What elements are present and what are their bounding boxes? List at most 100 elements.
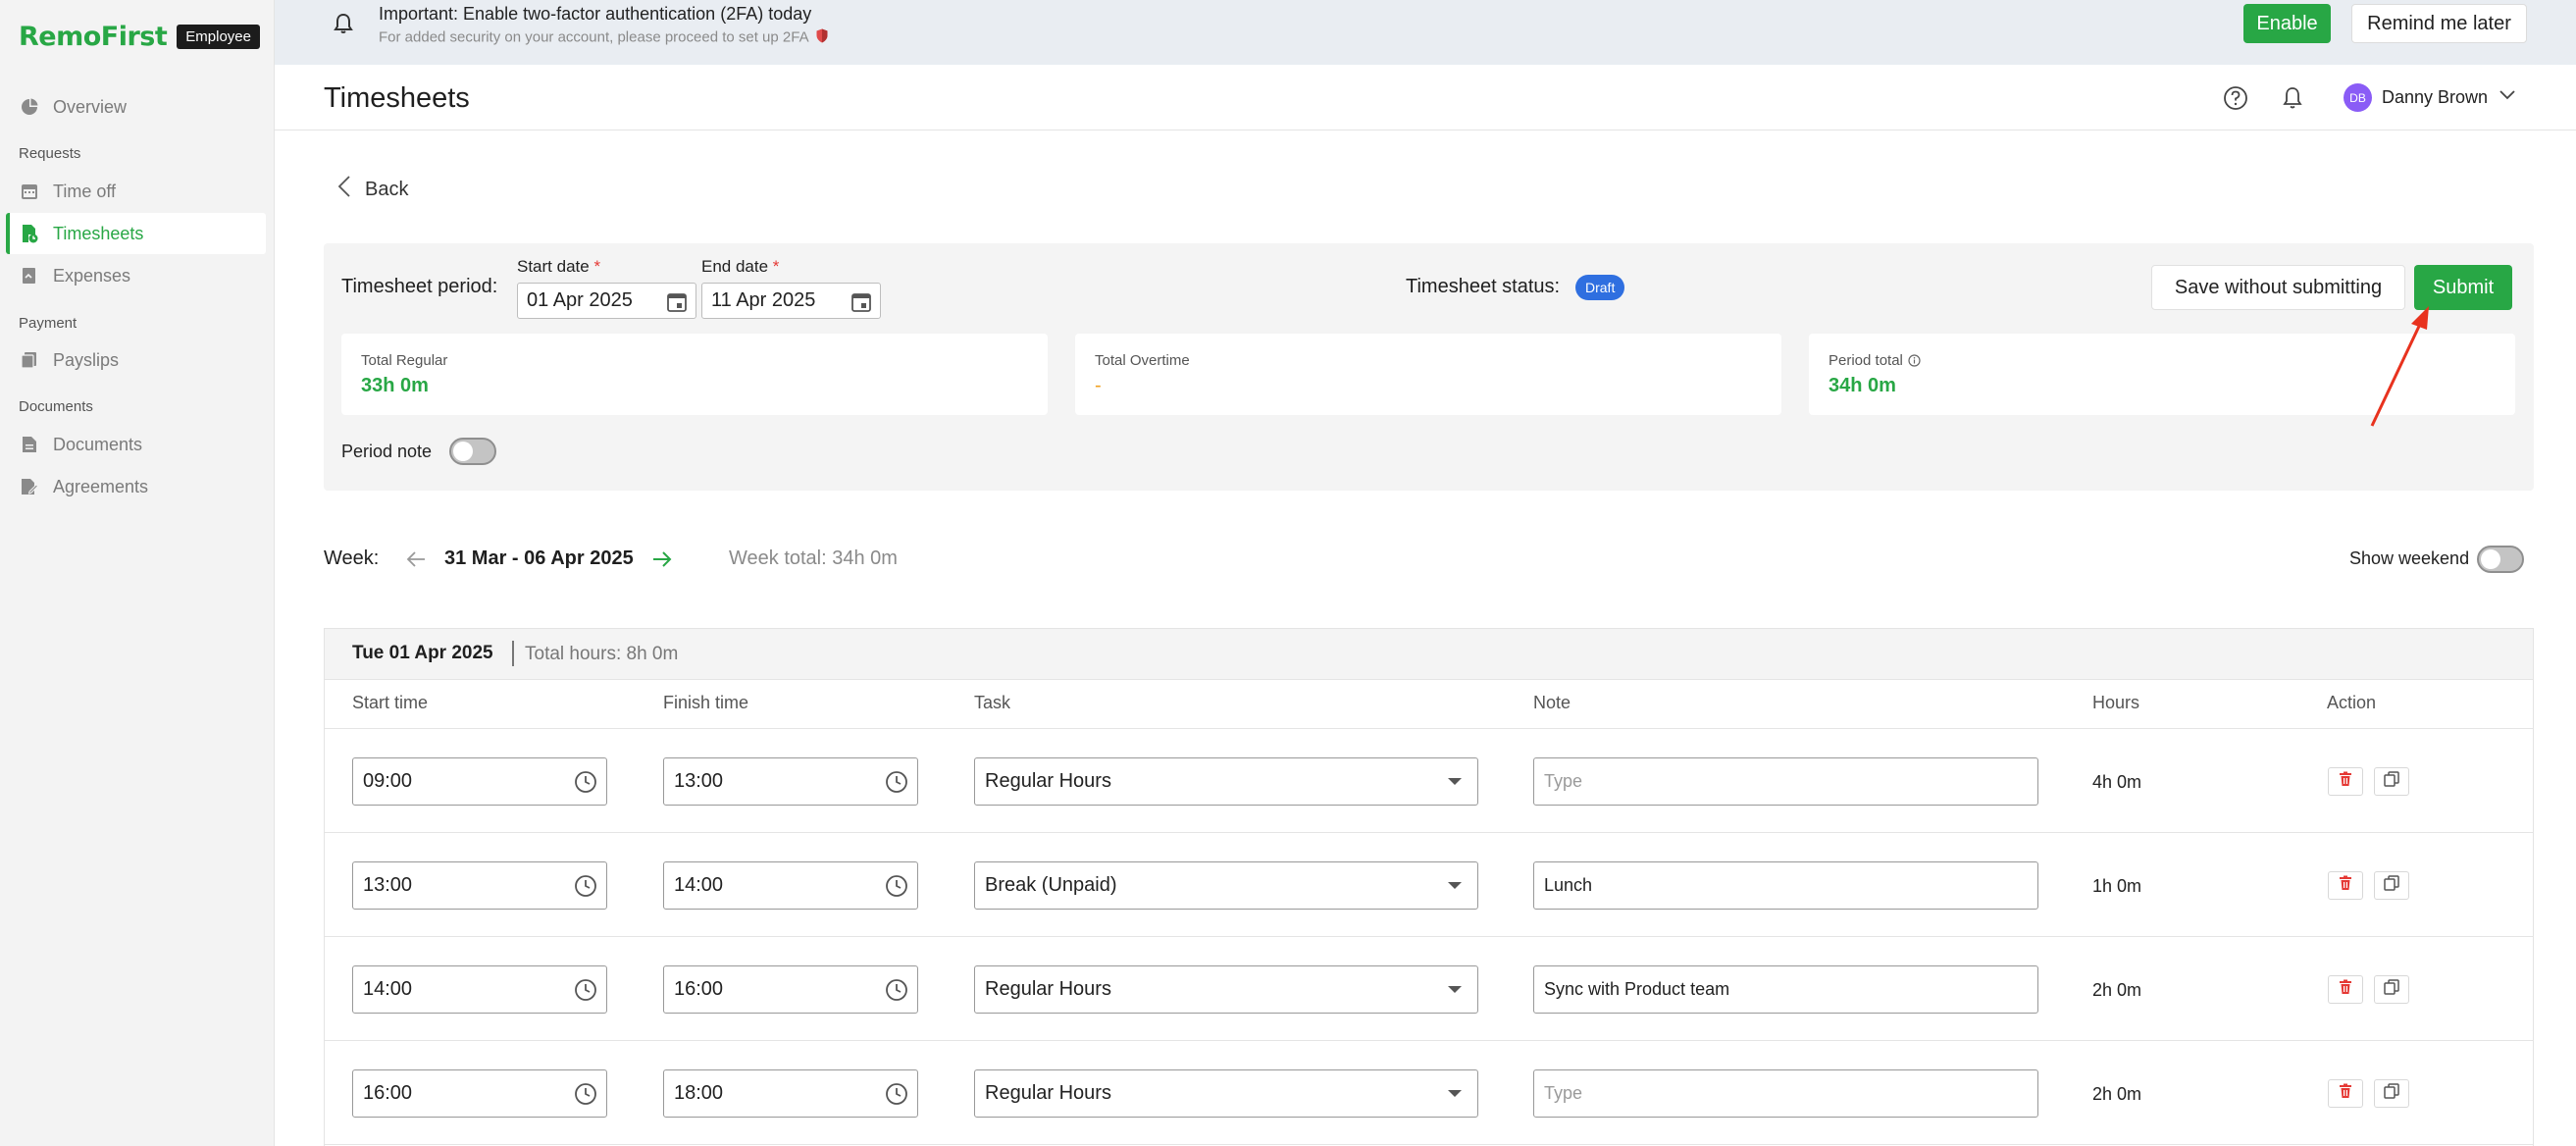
- table-row: 13:00 14:00 Break (Unpaid) Lunch 1h 0m: [325, 833, 2533, 937]
- finish-time-input[interactable]: 16:00: [663, 965, 918, 1014]
- sidebar-item-time-off[interactable]: Time off: [6, 171, 266, 212]
- duplicate-row-button[interactable]: [2374, 767, 2409, 796]
- sidebar-item-label: Overview: [53, 96, 128, 117]
- clock-icon[interactable]: [885, 874, 908, 904]
- sidebar-section-documents: Documents: [19, 398, 93, 415]
- copy-icon: [2384, 979, 2399, 1000]
- task-select[interactable]: Regular Hours: [974, 757, 1478, 806]
- row-hours: 2h 0m: [2092, 1084, 2142, 1104]
- submit-button[interactable]: Submit: [2414, 265, 2512, 310]
- user-name[interactable]: Danny Brown: [2382, 87, 2488, 108]
- start-date-value: 01 Apr 2025: [527, 289, 633, 311]
- start-time-value: 14:00: [363, 978, 413, 1000]
- total-overtime-value: -: [1095, 375, 1102, 396]
- sidebar-item-label: Documents: [53, 434, 143, 454]
- duplicate-row-button[interactable]: [2374, 871, 2409, 900]
- bell-icon: [334, 12, 353, 40]
- status-badge: Draft: [1575, 275, 1625, 300]
- task-select[interactable]: Regular Hours: [974, 1069, 1478, 1118]
- sidebar-item-expenses[interactable]: Expenses: [6, 255, 266, 296]
- day-header: Tue 01 Apr 2025 Total hours: 8h 0m: [325, 629, 2533, 680]
- delete-row-button[interactable]: [2328, 767, 2363, 796]
- divider: [512, 641, 514, 666]
- finish-time-input[interactable]: 14:00: [663, 861, 918, 910]
- required-mark: *: [593, 257, 601, 276]
- notifications-icon[interactable]: [2279, 84, 2306, 112]
- clock-icon[interactable]: [574, 770, 597, 800]
- start-time-value: 13:00: [363, 874, 413, 896]
- arrow-left-icon[interactable]: [405, 547, 427, 576]
- delete-row-button[interactable]: [2328, 1079, 2363, 1108]
- period-total-value: 34h 0m: [1829, 375, 1896, 396]
- task-value: Regular Hours: [985, 978, 1111, 1000]
- save-without-submitting-button[interactable]: Save without submitting: [2151, 265, 2405, 310]
- calendar-icon[interactable]: [666, 291, 688, 319]
- avatar[interactable]: DB: [2344, 83, 2372, 112]
- enable-2fa-button[interactable]: Enable: [2243, 4, 2331, 43]
- column-header-start-time: Start time: [352, 693, 429, 712]
- help-icon[interactable]: [2222, 84, 2249, 112]
- sidebar-item-label: Payslips: [53, 349, 120, 370]
- remind-later-button[interactable]: Remind me later: [2351, 4, 2527, 43]
- brand[interactable]: RemoFirst Employee: [19, 22, 260, 52]
- start-time-input[interactable]: 16:00: [352, 1069, 607, 1118]
- delete-row-button[interactable]: [2328, 871, 2363, 900]
- finish-time-value: 13:00: [674, 770, 724, 792]
- clock-icon[interactable]: [885, 978, 908, 1008]
- chevron-down-icon[interactable]: [2499, 88, 2516, 106]
- sidebar-item-documents[interactable]: Documents: [6, 424, 266, 465]
- end-date-value: 11 Apr 2025: [711, 289, 816, 311]
- brand-logo[interactable]: RemoFirst: [19, 22, 168, 52]
- delete-row-button[interactable]: [2328, 975, 2363, 1004]
- total-regular-label: Total Regular: [361, 352, 448, 369]
- duplicate-row-button[interactable]: [2374, 975, 2409, 1004]
- sidebar-section-requests: Requests: [19, 145, 81, 162]
- banner-title: Important: Enable two-factor authenticat…: [379, 4, 812, 24]
- info-icon[interactable]: [1908, 354, 1921, 367]
- finish-time-value: 18:00: [674, 1082, 724, 1104]
- start-time-input[interactable]: 14:00: [352, 965, 607, 1014]
- day-date: Tue 01 Apr 2025: [352, 643, 493, 663]
- copy-icon: [2384, 1083, 2399, 1104]
- task-select[interactable]: Break (Unpaid): [974, 861, 1478, 910]
- note-input[interactable]: Type: [1533, 757, 2038, 806]
- end-date-label: End date *: [701, 257, 779, 277]
- timesheet-summary-card: Timesheet period: Start date * 01 Apr 20…: [324, 243, 2534, 491]
- finish-time-value: 14:00: [674, 874, 724, 896]
- clock-icon[interactable]: [885, 1082, 908, 1112]
- note-input[interactable]: Sync with Product team: [1533, 965, 2038, 1014]
- sidebar-item-label: Time off: [53, 181, 117, 201]
- clock-icon[interactable]: [574, 874, 597, 904]
- clock-icon[interactable]: [574, 1082, 597, 1112]
- sidebar-item-agreements[interactable]: Agreements: [6, 466, 266, 507]
- finish-time-input[interactable]: 18:00: [663, 1069, 918, 1118]
- back-link[interactable]: Back: [337, 175, 408, 204]
- sidebar-item-overview[interactable]: Overview: [6, 86, 266, 128]
- copy-icon: [2384, 875, 2399, 896]
- calendar-icon[interactable]: [850, 291, 872, 319]
- start-time-input[interactable]: 09:00: [352, 757, 607, 806]
- sidebar-item-label: Expenses: [53, 265, 131, 286]
- duplicate-row-button[interactable]: [2374, 1079, 2409, 1108]
- sidebar-item-payslips[interactable]: Payslips: [6, 339, 266, 381]
- table-row: 16:00 18:00 Regular Hours Type 2h 0m: [325, 1041, 2533, 1145]
- column-header-task: Task: [974, 693, 1011, 712]
- start-date-label: Start date *: [517, 257, 600, 277]
- sidebar-item-timesheets[interactable]: Timesheets: [6, 213, 266, 254]
- period-total-label-text: Period total: [1829, 352, 1903, 369]
- finish-time-input[interactable]: 13:00: [663, 757, 918, 806]
- note-input[interactable]: Lunch: [1533, 861, 2038, 910]
- start-date-input[interactable]: 01 Apr 2025: [517, 283, 696, 319]
- required-mark: *: [772, 257, 780, 276]
- start-time-input[interactable]: 13:00: [352, 861, 607, 910]
- chevron-left-icon: [337, 175, 351, 204]
- clock-icon[interactable]: [885, 770, 908, 800]
- show-weekend-toggle[interactable]: [2477, 546, 2524, 573]
- dropdown-caret-icon: [1448, 882, 1462, 889]
- period-note-toggle[interactable]: [449, 438, 496, 465]
- end-date-input[interactable]: 11 Apr 2025: [701, 283, 881, 319]
- clock-icon[interactable]: [574, 978, 597, 1008]
- task-select[interactable]: Regular Hours: [974, 965, 1478, 1014]
- note-input[interactable]: Type: [1533, 1069, 2038, 1118]
- arrow-right-icon[interactable]: [651, 547, 673, 576]
